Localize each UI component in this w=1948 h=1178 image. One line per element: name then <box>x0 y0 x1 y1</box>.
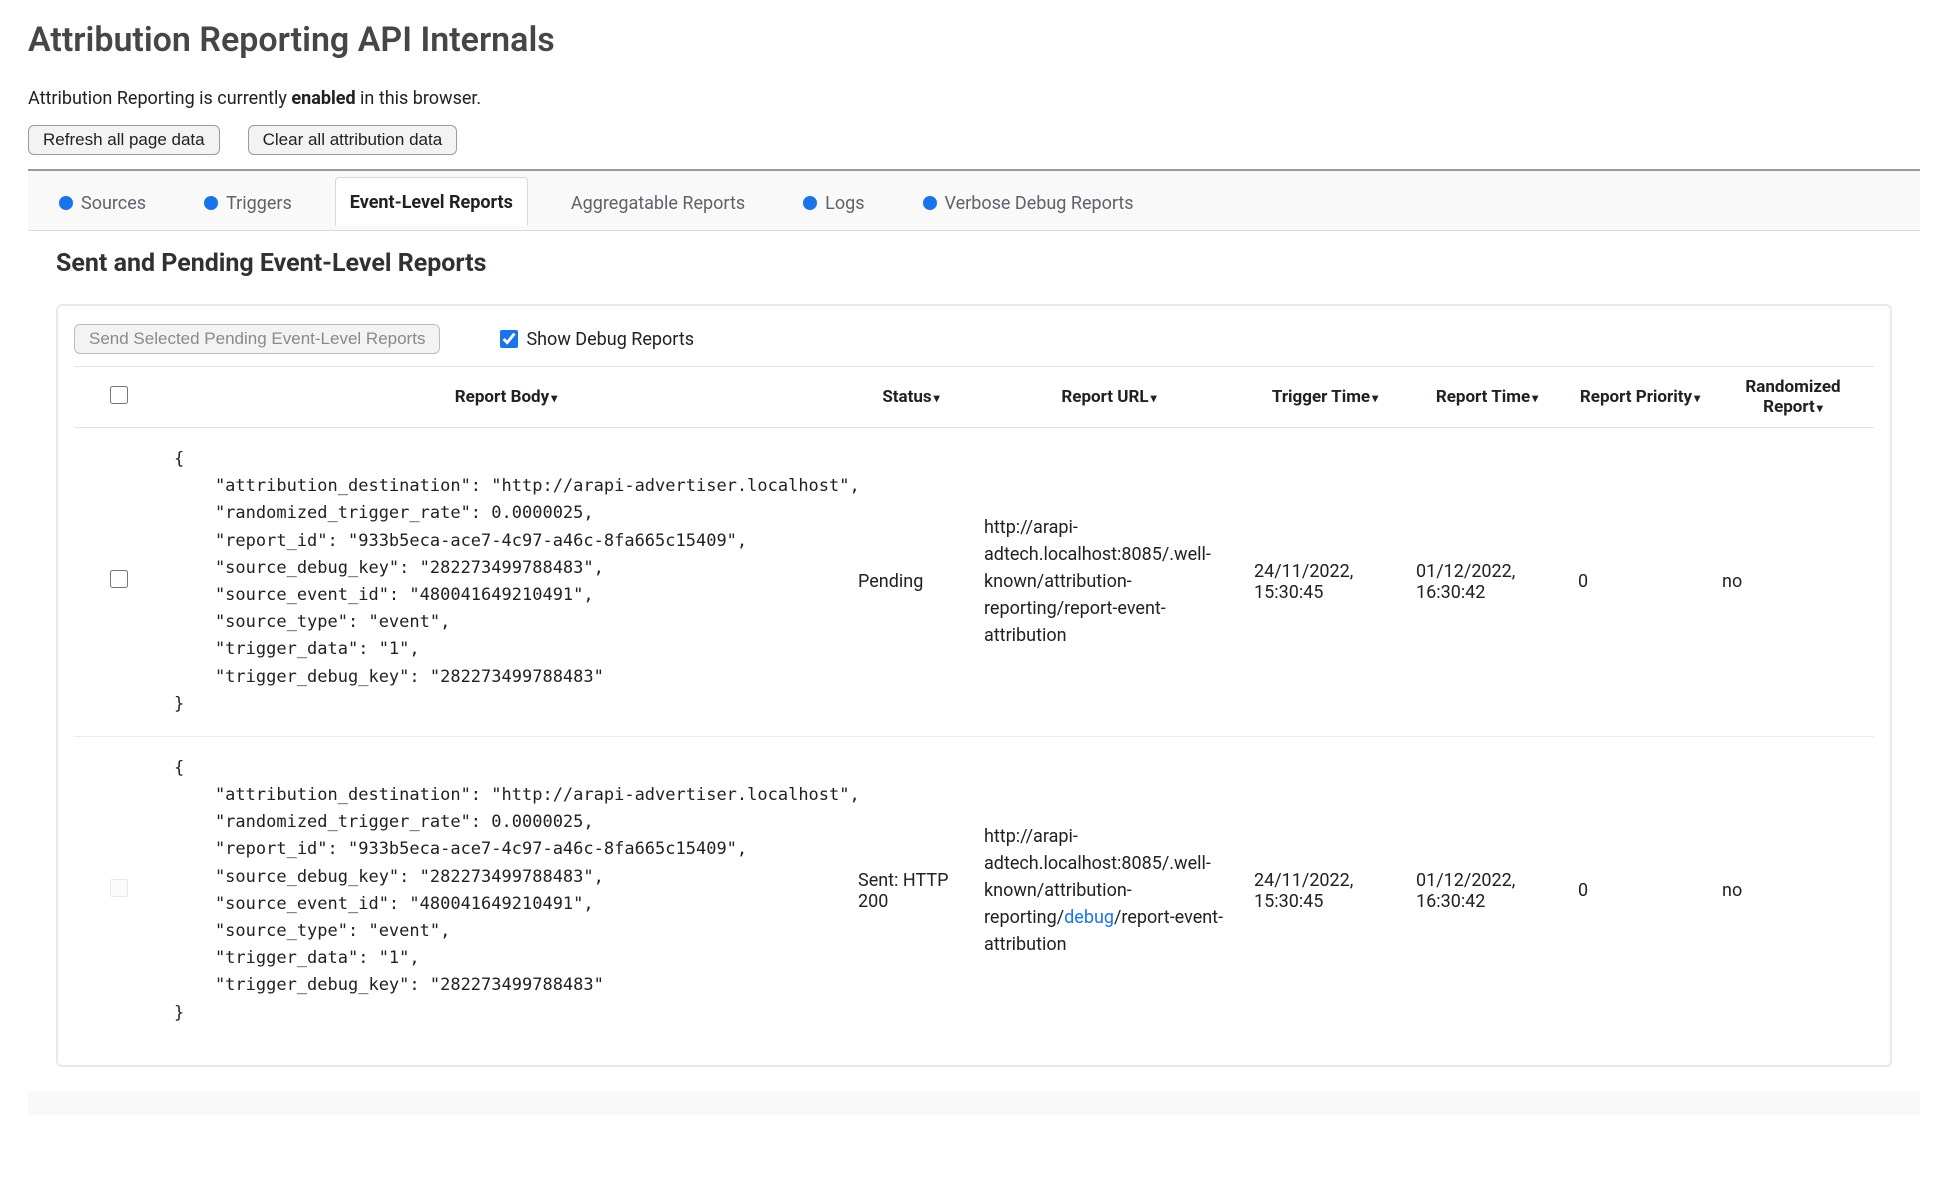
trigger-time-cell: 24/11/2022, 15:30:45 <box>1244 736 1406 1044</box>
header-text: Report Body <box>455 387 549 407</box>
tab-logs[interactable]: Logs <box>788 178 879 226</box>
dot-icon <box>204 196 218 210</box>
table-row: { "attribution_destination": "http://ara… <box>74 428 1874 737</box>
tab-label: Aggregatable Reports <box>571 193 745 214</box>
report-time-cell: 01/12/2022, 16:30:42 <box>1406 428 1568 737</box>
sort-icon: ▾ <box>551 391 557 405</box>
status-cell: Sent: HTTP 200 <box>848 736 974 1044</box>
header-report-time[interactable]: Report Time▾ <box>1406 367 1568 428</box>
header-text: Report URL <box>1061 387 1148 407</box>
sort-icon: ▾ <box>1532 391 1538 405</box>
report-body-json: { "attribution_destination": "http://ara… <box>174 446 838 718</box>
sort-icon: ▾ <box>1151 391 1157 405</box>
row-select-checkbox[interactable] <box>110 570 128 588</box>
header-report-body[interactable]: Report Body▾ <box>164 367 848 428</box>
tab-aggregatable-reports[interactable]: Aggregatable Reports <box>556 178 760 226</box>
tab-label: Triggers <box>226 193 292 214</box>
table-row: { "attribution_destination": "http://ara… <box>74 736 1874 1044</box>
tab-verbose-debug-reports[interactable]: Verbose Debug Reports <box>908 178 1149 226</box>
randomized-cell: no <box>1712 428 1874 737</box>
header-text: Report Priority <box>1580 387 1692 407</box>
sort-icon: ▾ <box>1817 401 1823 415</box>
status-prefix: Attribution Reporting is currently <box>28 88 291 109</box>
select-all-checkbox[interactable] <box>110 386 128 404</box>
sort-icon: ▾ <box>1372 391 1378 405</box>
send-selected-button[interactable]: Send Selected Pending Event-Level Report… <box>74 324 440 354</box>
tab-label: Logs <box>825 193 864 214</box>
tab-label: Event-Level Reports <box>350 192 513 213</box>
tab-label: Sources <box>81 193 146 214</box>
tab-bar: Sources Triggers Event-Level Reports Agg… <box>28 171 1920 231</box>
show-debug-reports-text: Show Debug Reports <box>526 329 694 350</box>
show-debug-reports-checkbox[interactable] <box>500 330 518 348</box>
tab-label: Verbose Debug Reports <box>945 193 1134 214</box>
report-body-json: { "attribution_destination": "http://ara… <box>174 755 838 1027</box>
header-select-all[interactable] <box>74 367 164 428</box>
report-url-cell: http://arapi-adtech.localhost:8085/.well… <box>974 428 1244 737</box>
status-suffix: in this browser. <box>356 88 482 109</box>
trigger-time-cell: 24/11/2022, 15:30:45 <box>1244 428 1406 737</box>
sort-icon: ▾ <box>934 391 940 405</box>
page-title: Attribution Reporting API Internals <box>28 20 1920 60</box>
dot-icon <box>803 196 817 210</box>
header-status[interactable]: Status▾ <box>848 367 974 428</box>
dot-icon <box>923 196 937 210</box>
url-debug-word: debug <box>1064 907 1114 928</box>
report-time-cell: 01/12/2022, 16:30:42 <box>1406 736 1568 1044</box>
header-text: Trigger Time <box>1272 387 1370 407</box>
row-select-checkbox <box>110 879 128 897</box>
header-text: Randomized Report <box>1745 377 1840 417</box>
refresh-button[interactable]: Refresh all page data <box>28 125 220 155</box>
header-randomized-report[interactable]: Randomized Report▾ <box>1712 367 1874 428</box>
reports-table: Report Body▾ Status▾ Report URL▾ Trigger… <box>74 366 1874 1045</box>
priority-cell: 0 <box>1568 428 1712 737</box>
clear-all-button[interactable]: Clear all attribution data <box>248 125 458 155</box>
priority-cell: 0 <box>1568 736 1712 1044</box>
status-enabled-word: enabled <box>291 88 355 109</box>
tab-sources[interactable]: Sources <box>44 178 161 226</box>
status-cell: Pending <box>848 428 974 737</box>
header-text: Report Time <box>1436 387 1530 407</box>
attribution-status-text: Attribution Reporting is currently enabl… <box>28 88 1920 109</box>
dot-icon <box>59 196 73 210</box>
show-debug-reports-label[interactable]: Show Debug Reports <box>500 329 694 350</box>
header-text: Status <box>882 387 931 407</box>
tab-triggers[interactable]: Triggers <box>189 178 307 226</box>
section-heading: Sent and Pending Event-Level Reports <box>56 249 1892 278</box>
reports-table-container: Send Selected Pending Event-Level Report… <box>56 304 1892 1067</box>
tab-event-level-reports[interactable]: Event-Level Reports <box>335 177 528 226</box>
header-report-url[interactable]: Report URL▾ <box>974 367 1244 428</box>
randomized-cell: no <box>1712 736 1874 1044</box>
header-trigger-time[interactable]: Trigger Time▾ <box>1244 367 1406 428</box>
report-url-cell: http://arapi-adtech.localhost:8085/.well… <box>974 736 1244 1044</box>
sort-icon: ▾ <box>1694 391 1700 405</box>
header-report-priority[interactable]: Report Priority▾ <box>1568 367 1712 428</box>
